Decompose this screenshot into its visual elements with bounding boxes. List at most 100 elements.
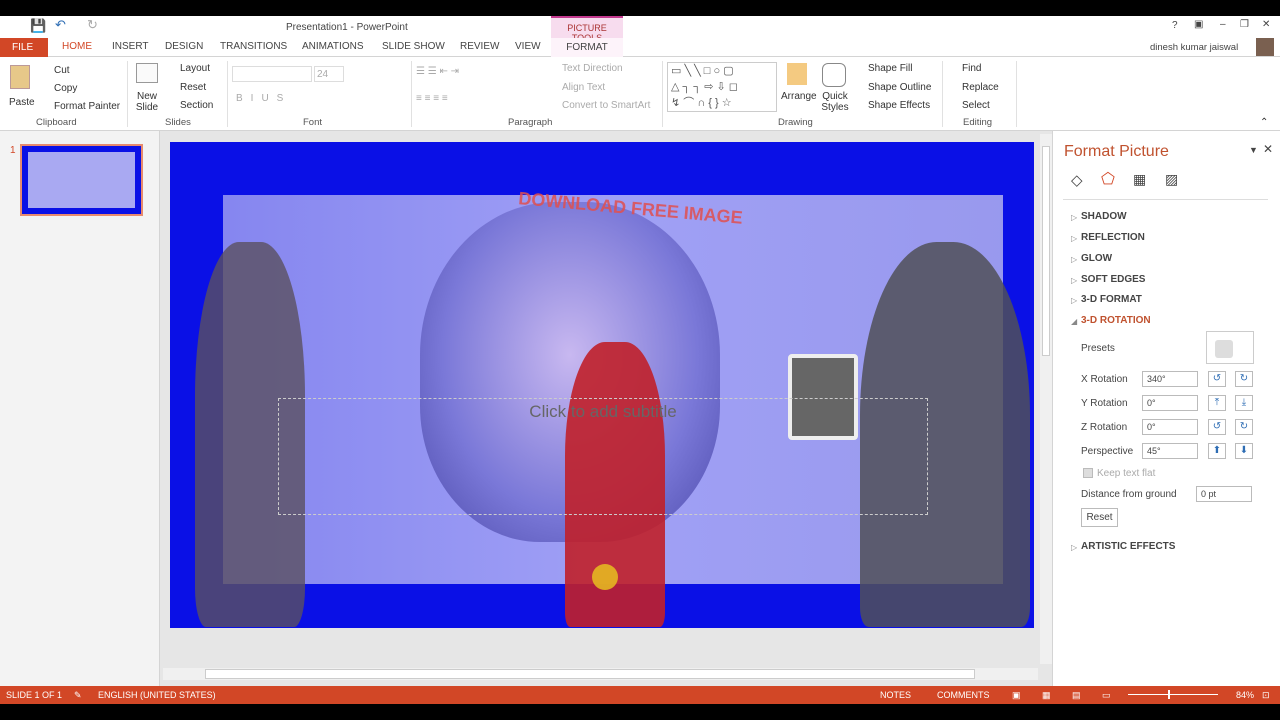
slide-show-icon[interactable]: ▭ bbox=[1102, 690, 1111, 701]
tab-transitions[interactable]: TRANSITIONS bbox=[220, 41, 287, 52]
convert-smartart-button[interactable]: Convert to SmartArt bbox=[562, 100, 650, 111]
tab-slide-show[interactable]: SLIDE SHOW bbox=[382, 41, 445, 52]
help-icon[interactable]: ? bbox=[1172, 20, 1178, 31]
notes-button[interactable]: NOTES bbox=[880, 690, 911, 700]
ribbon-display-icon[interactable]: ▣ bbox=[1194, 19, 1203, 30]
section-shadow[interactable]: SHADOW bbox=[1081, 211, 1127, 222]
select-button[interactable]: Select bbox=[962, 100, 990, 111]
section-glow[interactable]: GLOW bbox=[1081, 253, 1112, 264]
pane-close-icon[interactable]: ✕ bbox=[1263, 142, 1273, 156]
slide-sorter-icon[interactable]: ▦ bbox=[1042, 690, 1051, 701]
format-painter-button[interactable]: Format Painter bbox=[54, 101, 120, 112]
rotate-right-icon[interactable]: ↻ bbox=[1235, 371, 1253, 387]
section-3d-format[interactable]: 3-D FORMAT bbox=[1081, 294, 1142, 305]
reading-view-icon[interactable]: ▤ bbox=[1072, 690, 1081, 701]
tab-file[interactable]: FILE bbox=[0, 38, 48, 57]
language-indicator[interactable]: ENGLISH (UNITED STATES) bbox=[98, 690, 216, 700]
tab-home[interactable]: HOME bbox=[62, 41, 92, 52]
section-soft-edges[interactable]: SOFT EDGES bbox=[1081, 274, 1145, 285]
fill-line-icon[interactable]: ◇ bbox=[1071, 171, 1083, 189]
arrange-icon[interactable] bbox=[787, 63, 807, 85]
subtitle-placeholder[interactable]: Click to add subtitle bbox=[278, 398, 928, 515]
keep-text-flat-checkbox[interactable] bbox=[1083, 468, 1093, 478]
close-icon[interactable]: ✕ bbox=[1262, 19, 1270, 30]
font-size-input[interactable]: 24 bbox=[314, 66, 344, 82]
group-font: Font bbox=[303, 117, 323, 128]
restore-icon[interactable]: ❐ bbox=[1240, 19, 1249, 30]
copy-button[interactable]: Copy bbox=[54, 83, 77, 94]
distance-label: Distance from ground bbox=[1081, 489, 1177, 500]
reset-button[interactable]: Reset bbox=[1081, 508, 1118, 527]
replace-button[interactable]: Replace bbox=[962, 82, 999, 93]
vertical-scrollbar[interactable] bbox=[1040, 134, 1052, 664]
x-rotation-input[interactable]: 340° bbox=[1142, 371, 1198, 387]
user-name[interactable]: dinesh kumar jaiswal bbox=[1150, 42, 1238, 53]
list-buttons[interactable]: ☰ ☰ ⇤ ⇥ bbox=[416, 66, 459, 77]
rotate-down-icon[interactable]: ⤓ bbox=[1235, 395, 1253, 411]
find-button[interactable]: Find bbox=[962, 63, 981, 74]
group-editing: Editing bbox=[963, 117, 993, 128]
align-text-button[interactable]: Align Text bbox=[562, 82, 605, 93]
shapes-gallery[interactable]: ▭ ╲ ╲ □ ○ ▢ △ ┐ ┐ ⇨ ⇩ ◻ ↯ ⌒ ∩ { } ☆ bbox=[667, 62, 777, 112]
spellcheck-icon[interactable]: ✎ bbox=[74, 690, 82, 701]
shape-outline-button[interactable]: Shape Outline bbox=[868, 82, 931, 93]
tab-animations[interactable]: ANIMATIONS bbox=[302, 41, 363, 52]
text-direction-button[interactable]: Text Direction bbox=[562, 63, 623, 74]
z-rotation-input[interactable]: 0° bbox=[1142, 419, 1198, 435]
tab-review[interactable]: REVIEW bbox=[460, 41, 499, 52]
slide-canvas[interactable]: DOWNLOAD FREE IMAGE Click to add subtitl… bbox=[170, 142, 1034, 628]
fit-slide-icon[interactable]: ⊡ bbox=[1262, 690, 1270, 701]
tab-view[interactable]: VIEW bbox=[515, 41, 541, 52]
paste-button[interactable]: Paste bbox=[9, 97, 35, 108]
rotate-cw-icon[interactable]: ↻ bbox=[1235, 419, 1253, 435]
font-name-input[interactable] bbox=[232, 66, 312, 82]
tab-format[interactable]: FORMAT bbox=[551, 38, 623, 57]
arrange-button[interactable]: Arrange bbox=[781, 91, 817, 102]
quick-styles-button[interactable]: Quick Styles bbox=[818, 91, 852, 113]
minimize-icon[interactable]: – bbox=[1220, 19, 1226, 30]
paste-icon[interactable] bbox=[10, 65, 30, 89]
slide-thumbnail[interactable] bbox=[20, 144, 143, 216]
collapse-ribbon-icon[interactable]: ⌃ bbox=[1260, 117, 1268, 128]
section-reflection[interactable]: REFLECTION bbox=[1081, 232, 1145, 243]
shape-effects-button[interactable]: Shape Effects bbox=[868, 100, 930, 111]
new-slide-icon[interactable] bbox=[136, 63, 158, 83]
normal-view-icon[interactable]: ▣ bbox=[1012, 690, 1021, 701]
quick-styles-icon[interactable] bbox=[822, 63, 846, 87]
size-properties-icon[interactable]: ▦ bbox=[1133, 171, 1146, 188]
align-buttons[interactable]: ≡ ≡ ≡ ≡ bbox=[416, 93, 448, 104]
cut-button[interactable]: Cut bbox=[54, 65, 70, 76]
rotate-ccw-icon[interactable]: ↺ bbox=[1208, 419, 1226, 435]
layout-button[interactable]: Layout bbox=[180, 63, 210, 74]
reset-slide-button[interactable]: Reset bbox=[180, 82, 206, 93]
rotate-left-icon[interactable]: ↺ bbox=[1208, 371, 1226, 387]
section-3d-rotation[interactable]: 3-D ROTATION bbox=[1081, 315, 1151, 326]
section-button[interactable]: Section bbox=[180, 100, 213, 111]
y-rotation-input[interactable]: 0° bbox=[1142, 395, 1198, 411]
zoom-slider[interactable] bbox=[1128, 690, 1218, 699]
effects-icon[interactable]: ⬠ bbox=[1101, 169, 1115, 189]
presets-dropdown[interactable] bbox=[1206, 331, 1254, 364]
presets-label: Presets bbox=[1081, 343, 1115, 354]
tab-insert[interactable]: INSERT bbox=[112, 41, 149, 52]
zoom-level[interactable]: 84% bbox=[1236, 690, 1254, 700]
group-drawing: Drawing bbox=[778, 117, 813, 128]
pane-options-icon[interactable]: ▼ bbox=[1249, 145, 1258, 155]
rotate-up-icon[interactable]: ⤒ bbox=[1208, 395, 1226, 411]
shape-fill-button[interactable]: Shape Fill bbox=[868, 63, 912, 74]
tab-design[interactable]: DESIGN bbox=[165, 41, 203, 52]
font-format-buttons[interactable]: BIUS bbox=[236, 93, 291, 104]
perspective-decrease-icon[interactable]: ⬇ bbox=[1235, 443, 1253, 459]
perspective-input[interactable]: 45° bbox=[1142, 443, 1198, 459]
distance-input[interactable]: 0 pt bbox=[1196, 486, 1252, 502]
section-artistic-effects[interactable]: ARTISTIC EFFECTS bbox=[1081, 541, 1175, 552]
new-slide-button[interactable]: New Slide bbox=[133, 91, 161, 113]
redo-icon[interactable]: ↻ bbox=[87, 17, 98, 33]
perspective-increase-icon[interactable]: ⬆ bbox=[1208, 443, 1226, 459]
horizontal-scrollbar[interactable] bbox=[163, 668, 1038, 680]
comments-button[interactable]: COMMENTS bbox=[937, 690, 990, 700]
undo-icon[interactable]: ↶ bbox=[55, 17, 66, 33]
slide-indicator: SLIDE 1 OF 1 bbox=[6, 690, 63, 700]
picture-icon[interactable]: ▨ bbox=[1165, 171, 1178, 188]
save-icon[interactable]: 💾 bbox=[30, 18, 46, 34]
